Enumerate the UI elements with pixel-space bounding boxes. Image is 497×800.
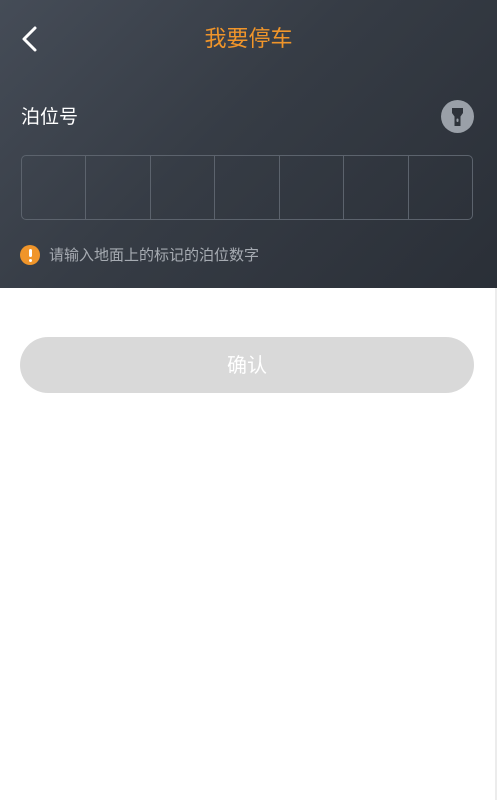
berth-code-input[interactable] bbox=[21, 155, 473, 220]
confirm-button[interactable]: 确认 bbox=[20, 337, 474, 393]
page-title: 我要停车 bbox=[204, 27, 293, 52]
header-panel: 我要停车 泊位号 请输入地面上的标记的泊位数字 bbox=[0, 0, 497, 288]
code-cell[interactable] bbox=[409, 156, 472, 219]
code-cell[interactable] bbox=[22, 156, 87, 219]
code-cell[interactable] bbox=[215, 156, 280, 219]
flashlight-icon bbox=[452, 108, 463, 126]
code-cell[interactable] bbox=[280, 156, 345, 219]
code-cell[interactable] bbox=[151, 156, 216, 219]
exclamation-circle-icon bbox=[20, 245, 40, 265]
code-cell[interactable] bbox=[344, 156, 409, 219]
berth-number-label: 泊位号 bbox=[21, 106, 79, 128]
code-cell[interactable] bbox=[86, 156, 151, 219]
hint-text: 请输入地面上的标记的泊位数字 bbox=[49, 246, 260, 264]
flashlight-button[interactable] bbox=[441, 100, 474, 133]
input-hint: 请输入地面上的标记的泊位数字 bbox=[20, 244, 259, 266]
